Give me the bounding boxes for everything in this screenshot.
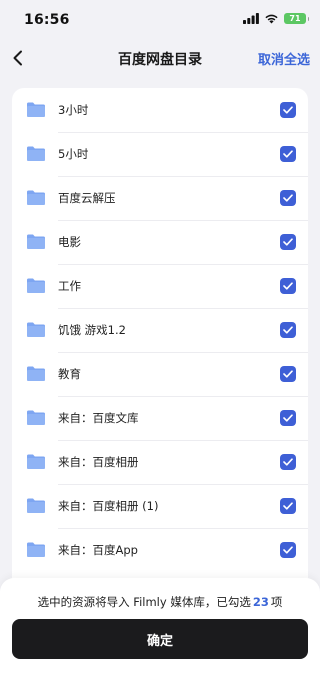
checkmark-icon — [283, 458, 293, 466]
folder-icon — [27, 278, 45, 293]
folder-checkbox[interactable] — [280, 102, 296, 118]
folder-row[interactable]: 电影 — [12, 220, 308, 264]
import-note-suffix: 项 — [270, 595, 283, 609]
folder-label: 来自：百度App — [58, 543, 138, 557]
checkmark-icon — [283, 502, 293, 510]
phone-screen: 16:56 71 百度网盘目录 取消全选 3小时 5小时 百度云解压 电影 工作 饥饿 — [0, 0, 320, 682]
checkmark-icon — [283, 106, 293, 114]
import-note-prefix: 选中的资源将导入 Filmly 媒体库，已勾选 — [37, 595, 251, 609]
navigation-bar: 百度网盘目录 取消全选 — [0, 40, 320, 76]
folder-label: 来自：百度相册 (1) — [58, 499, 159, 513]
folder-icon — [27, 234, 45, 249]
folder-icon — [27, 102, 45, 117]
folder-icon — [27, 542, 45, 557]
checkmark-icon — [283, 194, 293, 202]
wifi-icon — [265, 14, 278, 24]
folder-checkbox[interactable] — [280, 366, 296, 382]
folder-label: 工作 — [58, 279, 81, 293]
folder-row[interactable]: 来自：百度相册 — [12, 440, 308, 484]
folder-checkbox[interactable] — [280, 234, 296, 250]
folder-label: 5小时 — [58, 147, 89, 161]
folder-row[interactable]: 5小时 — [12, 132, 308, 176]
folder-row[interactable]: 工作 — [12, 264, 308, 308]
folder-row[interactable]: 教育 — [12, 352, 308, 396]
deselect-all-button[interactable]: 取消全选 — [258, 49, 310, 68]
folder-row[interactable]: 饥饿 游戏1.2 — [12, 308, 308, 352]
folder-label: 电影 — [58, 235, 81, 249]
selected-count: 23 — [252, 595, 269, 609]
folder-label: 3小时 — [58, 103, 89, 117]
folder-checkbox[interactable] — [280, 542, 296, 558]
folder-row[interactable]: 3小时 — [12, 88, 308, 132]
folder-checkbox[interactable] — [280, 410, 296, 426]
folder-row[interactable]: 百度云解压 — [12, 176, 308, 220]
folder-icon — [27, 410, 45, 425]
folder-checkbox[interactable] — [280, 278, 296, 294]
folder-row[interactable]: 来自：百度文库 — [12, 396, 308, 440]
checkmark-icon — [283, 326, 293, 334]
folder-label: 来自：百度相册 — [58, 455, 139, 469]
checkmark-icon — [283, 238, 293, 246]
status-indicators: 71 — [243, 13, 309, 24]
folder-row[interactable]: 来自：百度App — [12, 528, 308, 572]
status-bar: 16:56 71 — [0, 0, 320, 40]
cellular-signal-icon — [243, 13, 259, 24]
checkmark-icon — [283, 370, 293, 378]
folder-checkbox[interactable] — [280, 454, 296, 470]
folder-label: 饥饿 游戏1.2 — [58, 323, 126, 337]
folder-checkbox[interactable] — [280, 190, 296, 206]
folder-row[interactable]: 来自：百度相册 (1) — [12, 484, 308, 528]
folder-label: 来自：百度文库 — [58, 411, 139, 425]
battery-indicator: 71 — [284, 13, 309, 24]
import-note: 选中的资源将导入 Filmly 媒体库，已勾选 23 项 — [0, 594, 320, 610]
folder-icon — [27, 322, 45, 337]
folder-icon — [27, 146, 45, 161]
folder-icon — [27, 498, 45, 513]
status-time: 16:56 — [24, 12, 70, 28]
folder-icon — [27, 366, 45, 381]
folder-icon — [27, 454, 45, 469]
checkmark-icon — [283, 282, 293, 290]
checkmark-icon — [283, 414, 293, 422]
folder-icon — [27, 190, 45, 205]
folder-checkbox[interactable] — [280, 146, 296, 162]
bottom-panel: 选中的资源将导入 Filmly 媒体库，已勾选 23 项 确定 — [0, 578, 320, 682]
checkmark-icon — [283, 150, 293, 158]
folder-checkbox[interactable] — [280, 322, 296, 338]
folder-checkbox[interactable] — [280, 498, 296, 514]
folder-label: 百度云解压 — [58, 191, 116, 205]
confirm-button[interactable]: 确定 — [12, 619, 308, 659]
folder-label: 教育 — [58, 367, 81, 381]
checkmark-icon — [283, 546, 293, 554]
